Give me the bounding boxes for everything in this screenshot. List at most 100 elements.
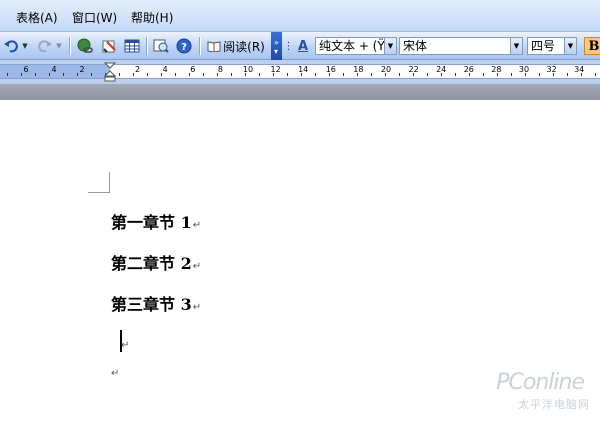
ruler-number: 6 [23,65,29,74]
ruler-tick [91,73,92,76]
watermark-brand: PConline [496,370,585,395]
ruler-tick [539,73,540,76]
insert-table-icon[interactable] [123,37,141,55]
ruler-tick [441,73,442,76]
ruler-tick [343,73,344,76]
ruler-number: 2 [79,65,85,74]
formatting-toolbar: ▼ ▼ ? 阅读(R) » ▾ ⋮ A 纯文本 + (Ÿ ▼ 宋体 ▼ 四号 ▼ … [0,32,600,62]
ruler-tick [147,73,148,76]
ruler-tick [567,73,568,76]
ruler-tick [455,73,456,76]
tables-borders-icon[interactable] [100,37,118,55]
ruler-tick [119,73,120,76]
ruler-tick [175,73,176,76]
ruler-tick [553,73,554,76]
paragraph-mark-icon: ↵ [121,340,130,351]
ruler-tick [21,73,22,76]
ruler-tick [315,73,316,76]
ruler-number: 18 [353,65,364,74]
undo-icon[interactable] [2,37,20,55]
ruler-tick [217,73,218,76]
paragraph-mark-icon: ↵ [192,302,202,313]
ruler-number: 16 [325,65,336,74]
ruler-tick [161,73,162,76]
toolbar-separator [146,37,147,55]
ruler-tick [133,73,134,76]
read-button-label: 阅读(R) [223,39,265,54]
font-combo[interactable]: 宋体 [399,37,523,55]
ruler-tick [63,73,64,76]
ruler-tick [231,73,232,76]
ruler-number: 30 [518,65,530,74]
document-map-icon[interactable] [152,37,170,55]
ruler-number: 8 [217,65,223,74]
ruler-tick [581,73,582,76]
paragraph-text: 第一章节 1 [111,213,192,232]
ruler-tick [413,73,414,76]
ruler-tick [287,73,288,76]
ruler-marks: 8642246810121416182022242628303234 [0,64,600,79]
toolbar-overflow-chevron-icon[interactable]: » ▾ [271,32,282,62]
ruler-bottom-bar [0,84,600,100]
indent-marker-icon[interactable] [103,62,117,85]
ruler-number: 8 [0,65,1,74]
hyperlink-icon[interactable] [76,37,94,55]
help-icon[interactable]: ? [175,37,193,55]
paragraph-3[interactable]: 第三章节 3↵ [111,291,201,315]
ruler-tick [77,73,78,76]
watermark-subtitle: 太平洋电脑网 [518,398,590,411]
ruler-number: 14 [298,65,309,74]
ruler-tick [385,73,386,76]
ruler-tick [329,73,330,76]
svg-text:?: ? [181,42,187,53]
ruler-number: 6 [190,65,196,74]
redo-dropdown-icon[interactable]: ▼ [55,37,63,55]
ruler-tick [49,73,50,76]
paragraph-1[interactable]: 第一章节 1↵ [111,209,201,233]
font-dropdown-icon[interactable]: ▼ [510,37,523,55]
ruler-tick [483,73,484,76]
ruler-tick [497,73,498,76]
styles-formatting-icon[interactable]: A [293,37,313,55]
ruler-tick [399,73,400,76]
menu-bar: 表格(A) 窗口(W) 帮助(H) [0,0,600,32]
ruler-number: 20 [380,65,392,74]
ruler-number: 34 [574,65,585,74]
toolbar-grip-icon[interactable]: ⋮ [284,37,294,55]
ruler-tick [189,73,190,76]
style-dropdown-icon[interactable]: ▼ [384,37,397,55]
paragraph-mark-icon: ↵ [192,261,202,272]
ruler-tick [511,73,512,76]
read-button[interactable]: 阅读(R) [205,37,267,55]
paragraph-2[interactable]: 第二章节 2↵ [111,250,201,274]
ruler-tick [245,73,246,76]
paragraph-text: 第三章节 3 [111,295,192,314]
menu-help[interactable]: 帮助(H) [131,9,173,26]
paragraph-mark-icon: ↵ [192,220,202,231]
paragraph-mark-icon: ↵ [111,368,120,379]
toolbar-separator [69,37,70,55]
menu-table[interactable]: 表格(A) [16,9,58,26]
ruler-number: 4 [51,65,57,74]
ruler-tick [273,73,274,76]
ruler-tick [371,73,372,76]
ruler-tick [301,73,302,76]
ruler-number: 2 [135,65,141,74]
margin-corner-mark [88,192,109,193]
redo-icon[interactable] [36,37,54,55]
undo-dropdown-icon[interactable]: ▼ [21,37,29,55]
font-size-dropdown-icon[interactable]: ▼ [564,37,577,55]
horizontal-ruler[interactable]: 8642246810121416182022242628303234 [0,60,600,84]
menu-window[interactable]: 窗口(W) [72,9,117,26]
ruler-tick [469,73,470,76]
bold-button[interactable]: B [584,37,600,55]
ruler-tick [7,73,8,76]
ruler-tick [357,73,358,76]
ruler-tick [203,73,204,76]
ruler-tick [595,73,596,76]
watermark-logo: PConline 太平洋电脑网 [488,370,598,420]
toolbar-separator [199,37,200,55]
ruler-tick [259,73,260,76]
paragraph-text: 第二章节 2 [111,254,192,273]
ruler-tick [525,73,526,76]
